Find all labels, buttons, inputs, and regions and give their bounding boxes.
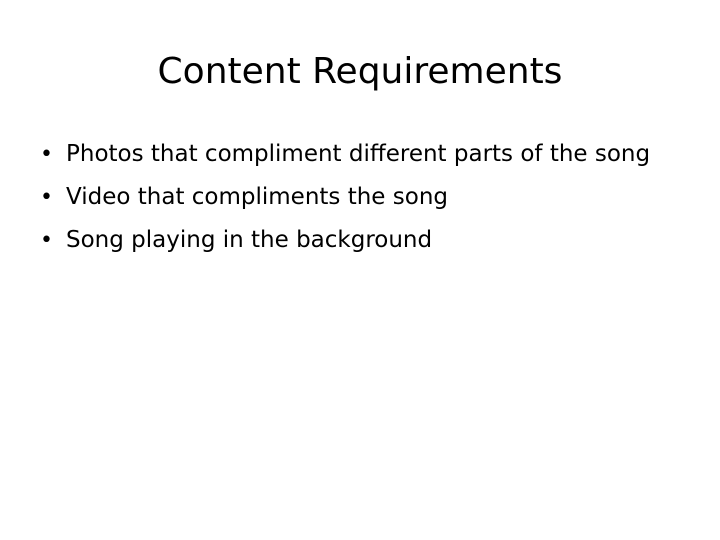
bullet-item: • Song playing in the background — [40, 223, 680, 258]
bullet-icon: • — [40, 228, 53, 253]
slide-title: Content Requirements — [157, 51, 563, 92]
bullet-item: • Photos that compliment different parts… — [40, 137, 680, 172]
slide: Content Requirements • Photos that compl… — [0, 0, 720, 540]
bullet-text: Photos that compliment different parts o… — [66, 141, 651, 167]
bullet-item: • Video that compliments the song — [40, 180, 680, 215]
bullet-text: Video that compliments the song — [66, 184, 449, 210]
bullet-list: • Photos that compliment different parts… — [40, 137, 680, 266]
bullet-icon: • — [40, 142, 53, 167]
bullet-icon: • — [40, 185, 53, 210]
bullet-text: Song playing in the background — [66, 227, 433, 253]
